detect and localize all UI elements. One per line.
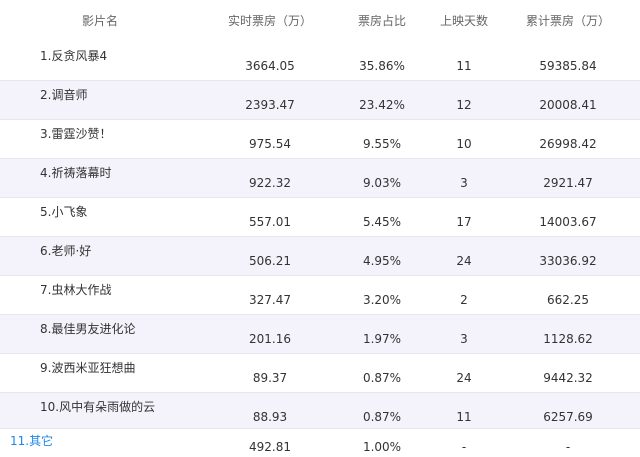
realtime-box-office: 922.32 <box>249 176 291 190</box>
days-showing: 10 <box>456 137 472 151</box>
realtime-box-office: 88.93 <box>252 410 288 424</box>
total-box-office: - <box>565 440 571 454</box>
movie-name[interactable]: 5.小飞象 <box>0 198 208 236</box>
movie-name[interactable]: 3.雷霆沙赞！ <box>0 120 208 158</box>
total-box-office: 9442.32 <box>543 371 593 385</box>
realtime-box-office: 506.21 <box>249 254 291 268</box>
table-row: 5.小飞象 557.01 5.45% 17 14003.67 <box>0 198 640 237</box>
box-office-share: 1.00% <box>362 440 402 454</box>
header-total-box-office[interactable]: 累计票房（万） <box>496 0 640 42</box>
days-showing: 12 <box>456 98 472 112</box>
box-office-share: 5.45% <box>362 215 402 229</box>
box-office-share: 23.42% <box>359 98 405 112</box>
realtime-box-office: 557.01 <box>249 215 291 229</box>
days-showing: 11 <box>456 410 472 424</box>
days-showing: 3 <box>460 176 468 190</box>
table-row: 3.雷霆沙赞！ 975.54 9.55% 10 26998.42 <box>0 120 640 159</box>
total-box-office: 14003.67 <box>539 215 597 229</box>
box-office-share: 0.87% <box>362 410 402 424</box>
movie-name[interactable]: 1.反贪风暴4 <box>0 42 208 80</box>
days-showing: 2 <box>460 293 468 307</box>
movie-name[interactable]: 9.波西米亚狂想曲 <box>0 354 208 392</box>
header-box-office-share[interactable]: 票房占比 <box>332 0 432 42</box>
movie-name[interactable]: 4.祈祷落幕时 <box>0 159 208 197</box>
box-office-share: 35.86% <box>359 59 405 73</box>
box-office-share: 0.87% <box>362 371 402 385</box>
realtime-box-office: 327.47 <box>249 293 291 307</box>
total-box-office: 662.25 <box>547 293 589 307</box>
table-row: 7.虫林大作战 327.47 3.20% 2 662.25 <box>0 276 640 315</box>
header-realtime-box-office[interactable]: 实时票房（万） <box>208 0 332 42</box>
table-row: 1.反贪风暴4 3664.05 35.86% 11 59385.84 <box>0 42 640 81</box>
total-box-office: 20008.41 <box>539 98 597 112</box>
table-row: 2.调音师 2393.47 23.42% 12 20008.41 <box>0 81 640 120</box>
realtime-box-office: 975.54 <box>249 137 291 151</box>
box-office-table: 影片名 实时票房（万） 票房占比 上映天数 累计票房（万） 1.反贪风暴4 36… <box>0 0 640 457</box>
movie-name[interactable]: 7.虫林大作战 <box>0 276 208 314</box>
box-office-share: 1.97% <box>362 332 402 346</box>
realtime-box-office: 89.37 <box>252 371 288 385</box>
table-row: 10.风中有朵雨做的云 88.93 0.87% 11 6257.69 <box>0 393 640 429</box>
table-row-other: 11.其它 492.81 1.00% - - <box>0 429 640 457</box>
movie-name[interactable]: 2.调音师 <box>0 81 208 119</box>
table-row: 8.最佳男友进化论 201.16 1.97% 3 1128.62 <box>0 315 640 354</box>
table-row: 4.祈祷落幕时 922.32 9.03% 3 2921.47 <box>0 159 640 198</box>
days-showing: 24 <box>456 254 472 268</box>
movie-name[interactable]: 10.风中有朵雨做的云 <box>0 393 208 428</box>
box-office-share: 9.03% <box>362 176 402 190</box>
days-showing: 17 <box>456 215 472 229</box>
total-box-office: 59385.84 <box>539 59 597 73</box>
realtime-box-office: 3664.05 <box>245 59 295 73</box>
table-header: 影片名 实时票房（万） 票房占比 上映天数 累计票房（万） <box>0 0 640 42</box>
realtime-box-office: 2393.47 <box>245 98 295 112</box>
total-box-office: 6257.69 <box>543 410 593 424</box>
table-row: 9.波西米亚狂想曲 89.37 0.87% 24 9442.32 <box>0 354 640 393</box>
realtime-box-office: 201.16 <box>249 332 291 346</box>
days-showing: 24 <box>456 371 472 385</box>
header-movie-name[interactable]: 影片名 <box>0 0 200 42</box>
box-office-share: 3.20% <box>362 293 402 307</box>
movie-name[interactable]: 6.老师·好 <box>0 237 208 275</box>
other-movies-link[interactable]: 11.其它 <box>0 429 208 457</box>
days-showing: 3 <box>460 332 468 346</box>
realtime-box-office: 492.81 <box>249 440 291 454</box>
total-box-office: 2921.47 <box>543 176 593 190</box>
header-days-showing[interactable]: 上映天数 <box>432 0 496 42</box>
total-box-office: 26998.42 <box>539 137 597 151</box>
total-box-office: 33036.92 <box>539 254 597 268</box>
box-office-share: 9.55% <box>362 137 402 151</box>
total-box-office: 1128.62 <box>543 332 593 346</box>
table-row: 6.老师·好 506.21 4.95% 24 33036.92 <box>0 237 640 276</box>
days-showing: - <box>461 440 467 454</box>
days-showing: 11 <box>456 59 472 73</box>
movie-name[interactable]: 8.最佳男友进化论 <box>0 315 208 353</box>
box-office-share: 4.95% <box>362 254 402 268</box>
